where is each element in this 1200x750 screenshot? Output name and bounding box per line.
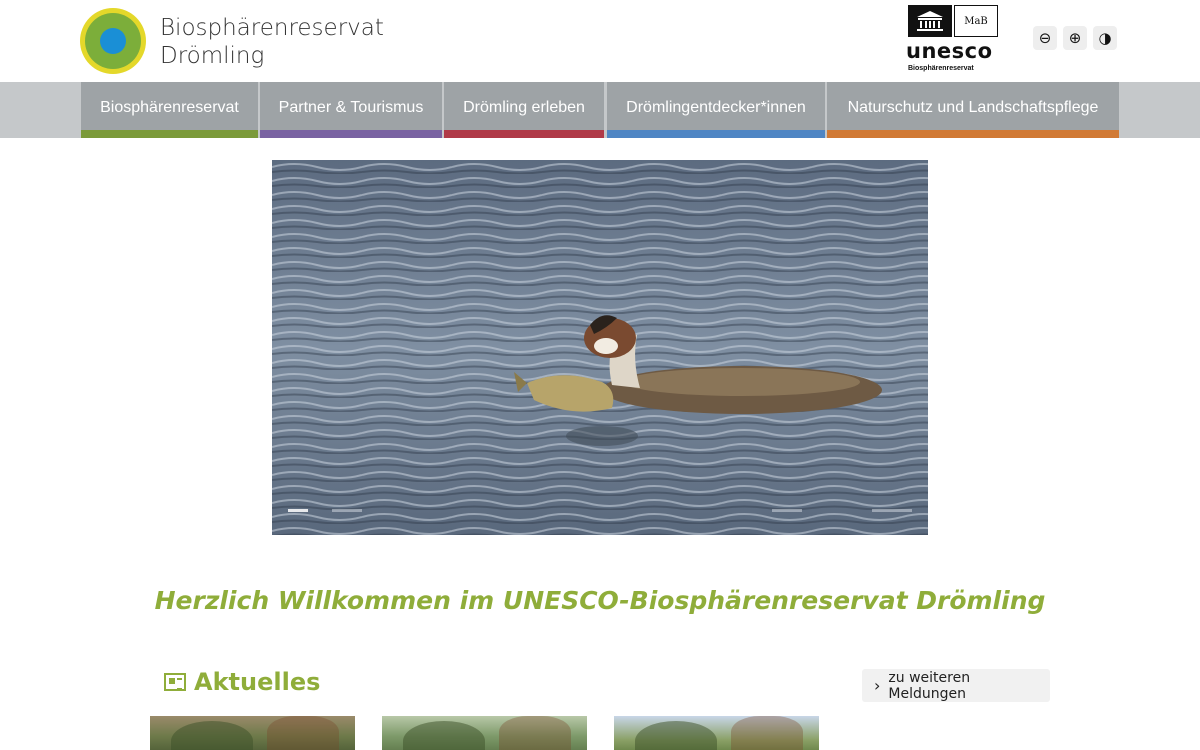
nav-label: Drömlingentdecker*innen [626,99,806,116]
font-increase-button[interactable]: ⊕ [1063,26,1087,50]
site-header: Biosphärenreservat Drömling MaB unesco B… [0,0,1200,82]
newspaper-icon [164,673,186,691]
contrast-toggle-button[interactable]: ◑ [1093,26,1117,50]
news-title: Aktuelles [194,668,321,696]
logo-core [100,28,126,54]
nav-label: Partner & Tourismus [278,99,424,116]
nav-label: Drömling erleben [463,99,585,116]
mab-label: MaB [964,15,988,27]
font-decrease-button[interactable]: ⊖ [1033,26,1057,50]
site-title-line1: Biosphärenreservat [160,15,384,41]
mab-logo: MaB [954,5,998,37]
hero-image [272,160,928,535]
nav-item-naturschutz[interactable]: Naturschutz und Landschaftspflege [827,82,1119,138]
news-section-header: Aktuelles [164,668,320,696]
logo-ring [85,13,141,69]
main-navigation: Biosphärenreservat Partner & Tourismus D… [0,82,1200,138]
nav-label: Naturschutz und Landschaftspflege [847,99,1099,116]
site-logo[interactable] [80,8,146,74]
nav-item-droemlingentdecker[interactable]: Drömlingentdecker*innen [607,82,825,138]
more-news-label: zu weiteren Meldungen [888,669,971,702]
unesco-temple-icon [908,5,952,37]
contrast-icon: ◑ [1098,29,1112,47]
nav-item-biosphaerenreservat[interactable]: Biosphärenreservat [81,82,258,138]
zoom-out-icon: ⊖ [1038,29,1052,47]
news-thumbnail[interactable] [150,716,355,750]
unesco-wordmark: unesco [906,39,993,63]
nav-label: Biosphärenreservat [100,99,239,116]
nav-item-droemling-erleben[interactable]: Drömling erleben [444,82,604,138]
nav-item-partner-tourismus[interactable]: Partner & Tourismus [260,82,442,138]
site-title[interactable]: Biosphärenreservat Drömling [160,14,384,70]
unesco-subtitle: Biosphärenreservat [908,65,974,72]
more-news-button[interactable]: › zu weiteren Meldungen [862,669,1050,702]
unesco-logo: MaB unesco Biosphärenreservat [906,4,1002,76]
zoom-in-icon: ⊕ [1068,29,1082,47]
chevron-right-icon: › [874,676,881,695]
welcome-heading: Herzlich Willkommen im UNESCO-Biosphären… [154,586,1046,615]
news-thumbnail[interactable] [614,716,819,750]
news-thumbnail[interactable] [382,716,587,750]
site-title-line2: Drömling [160,43,265,69]
hero-slider[interactable] [272,160,928,535]
